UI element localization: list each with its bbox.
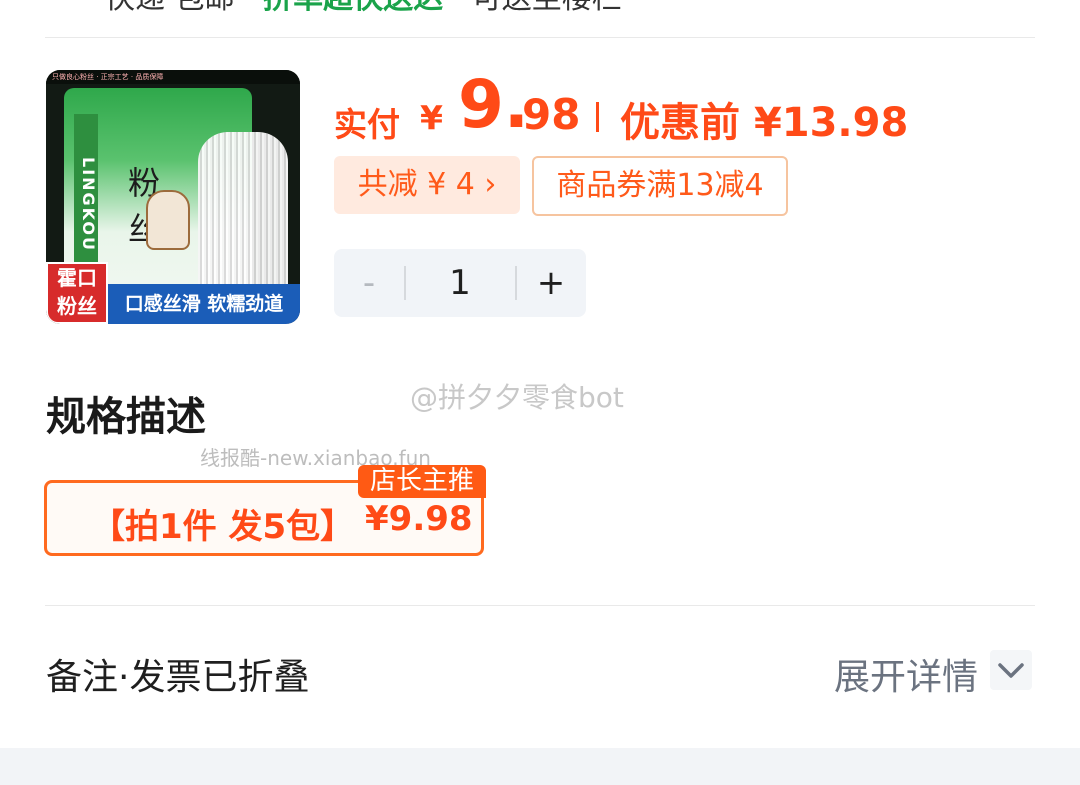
total-discount-chip[interactable]: 共减 ¥ 4 › [334, 156, 520, 214]
brand-badge-line2: 粉丝 [57, 294, 97, 318]
delivery-text-before: 快递·包邮 · [105, 0, 263, 16]
quantity-value[interactable]: 1 [406, 249, 514, 317]
original-price-label: 优惠前 [620, 100, 740, 146]
product-image[interactable]: 只做良心粉丝 · 正宗工艺 · 品质保障 LINGKOU 粉 丝 霍口 粉丝 口… [46, 70, 300, 324]
price-integer: 9. [458, 66, 529, 143]
original-price-value: ¥13.98 [753, 100, 909, 146]
expand-details-link[interactable]: 展开详情 [834, 648, 978, 700]
original-price: 优惠前 ¥13.98 [620, 90, 908, 148]
divider-top [45, 37, 1035, 38]
price-separator [596, 102, 599, 132]
decrease-button[interactable]: - [334, 249, 404, 317]
delivery-text-after: · 可送至楼栏 [443, 0, 622, 16]
spec-option-price: ¥9.98 [365, 499, 473, 539]
coupon-chip[interactable]: 商品券满13减4 [532, 156, 788, 216]
price-currency: ¥ [420, 98, 443, 137]
delivery-text-highlight: 拼单超快送达 [263, 0, 443, 16]
package-top-banner: 只做良心粉丝 · 正宗工艺 · 品质保障 [46, 70, 300, 84]
brand-badge: 霍口 粉丝 [46, 262, 108, 324]
weibo-watermark: @拼夕夕零食bot [410, 381, 624, 414]
divider-middle [45, 605, 1035, 606]
remark-invoice-label: 备注·发票已折叠 [46, 657, 310, 698]
chef-mascot-icon [146, 190, 190, 250]
price-decimal: 98 [522, 90, 581, 139]
price-prefix: 实付 [334, 105, 400, 144]
product-slogan: 口感丝滑 软糯劲道 [108, 284, 300, 324]
spec-option-label: 【拍1件 发5包】 [91, 507, 355, 547]
brand-badge-line1: 霍口 [57, 266, 97, 290]
increase-button[interactable]: + [516, 249, 586, 317]
recommended-badge: 店长主推 [358, 465, 486, 498]
quantity-stepper[interactable]: - 1 + [334, 249, 586, 317]
delivery-info-partial: 快递·包邮 · 拼单超快送达 · 可送至楼栏 [105, 0, 622, 14]
bottom-band [0, 748, 1080, 785]
spec-section-title: 规格描述 [46, 394, 206, 440]
chevron-down-icon[interactable] [990, 650, 1032, 690]
